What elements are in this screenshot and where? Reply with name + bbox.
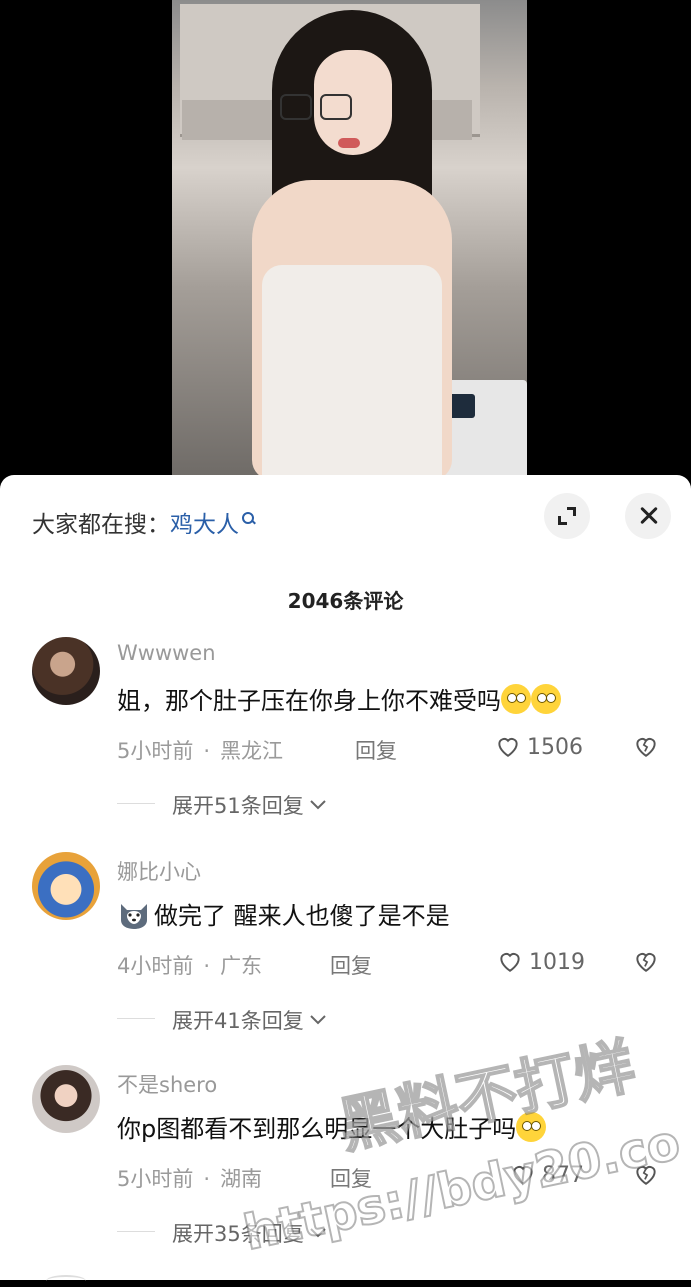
trending-search-keyword[interactable]: 鸡大人: [170, 512, 239, 538]
expand-button[interactable]: [544, 493, 590, 539]
comment-text-content: 姐，那个肚子压在你身上你不难受吗: [117, 687, 501, 715]
person-lips: [338, 138, 360, 148]
glasses-right: [320, 94, 352, 120]
person-dress: [262, 265, 442, 480]
video-person: [232, 10, 472, 480]
comment-username[interactable]: 娜比小心: [117, 856, 201, 886]
heart-icon[interactable]: [497, 948, 523, 974]
close-button[interactable]: [625, 493, 671, 539]
broken-heart-icon[interactable]: [633, 948, 659, 974]
meta-separator: ·: [203, 1167, 211, 1191]
comment-username[interactable]: 不是shero: [117, 1069, 217, 1099]
like-count: 1506: [527, 735, 583, 760]
reply-button[interactable]: 回复: [355, 735, 397, 765]
close-icon: [638, 506, 658, 525]
comment-location: 黑龙江: [220, 739, 284, 763]
husky-emoji-icon: [121, 904, 147, 929]
reply-button[interactable]: 回复: [330, 950, 372, 980]
video-frame: [172, 0, 527, 480]
chevron-down-icon: [310, 800, 326, 810]
glasses-left: [280, 94, 312, 120]
comment-time: 5小时前: [117, 1167, 194, 1191]
expand-icon: [558, 507, 576, 525]
search-icon: [242, 512, 256, 525]
expand-replies-label: 展开41条回复: [172, 1009, 304, 1033]
comment-location: 湖南: [220, 1167, 263, 1191]
comment-username[interactable]: Wwwwen: [117, 641, 216, 665]
comment-count: 2046条评论: [287, 589, 404, 613]
broken-heart-icon[interactable]: [633, 733, 659, 759]
heart-icon[interactable]: [495, 733, 521, 759]
comment-text: 姐，那个肚子压在你身上你不难受吗: [117, 681, 561, 716]
avatar[interactable]: [32, 852, 100, 920]
divider: [117, 1018, 155, 1019]
meta-separator: ·: [203, 739, 211, 763]
comment-meta: 4小时前 · 广东: [117, 950, 262, 980]
expand-replies-label: 展开51条回复: [172, 794, 304, 818]
like-count: 1019: [529, 950, 585, 975]
meta-separator: ·: [203, 954, 211, 978]
next-comment-avatar-edge: [46, 1275, 86, 1287]
trending-search-label: 大家都在搜：: [32, 512, 170, 538]
comment-location: 广东: [220, 954, 263, 978]
rolling-eyes-emoji-icon: [531, 684, 561, 714]
comment-time: 5小时前: [117, 739, 194, 763]
comment-time: 4小时前: [117, 954, 194, 978]
expand-replies[interactable]: 展开51条回复: [172, 790, 328, 820]
video-player[interactable]: [0, 0, 691, 480]
comment-item: Wwwwen 姐，那个肚子压在你身上你不难受吗 5小时前 · 黑龙江 回复 1506…: [0, 637, 691, 847]
comment-text-content: 做完了 醒来人也傻了是不是: [154, 902, 450, 930]
divider: [117, 803, 155, 804]
comment-text: 做完了 醒来人也傻了是不是: [117, 896, 450, 931]
trending-search[interactable]: 大家都在搜：鸡大人: [32, 505, 256, 539]
rolling-eyes-emoji-icon: [501, 684, 531, 714]
chevron-down-icon: [310, 1015, 326, 1025]
divider: [117, 1231, 155, 1232]
avatar[interactable]: [32, 1065, 100, 1133]
comment-meta: 5小时前 · 湖南: [117, 1163, 262, 1193]
comment-meta: 5小时前 · 黑龙江: [117, 735, 283, 765]
avatar[interactable]: [32, 637, 100, 705]
expand-replies[interactable]: 展开41条回复: [172, 1005, 328, 1035]
